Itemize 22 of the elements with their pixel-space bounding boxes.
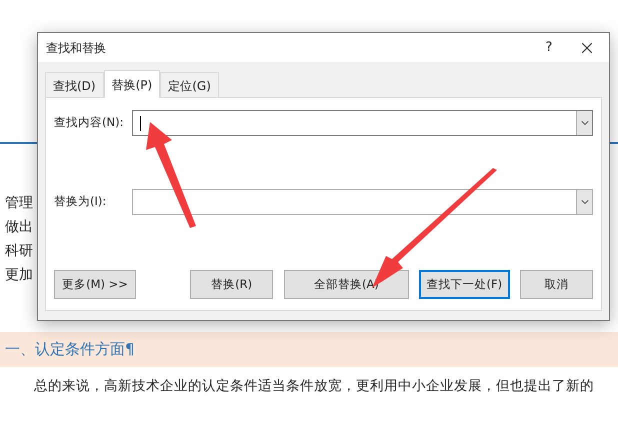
- document-text: 科研: [5, 242, 33, 260]
- dialog-button[interactable]: 取消: [520, 270, 593, 299]
- combo-field[interactable]: [132, 189, 593, 215]
- body-paragraph: 总的来说，高新技术企业的认定条件适当条件放宽，更利用中小企业发展，但也提出了新的: [33, 377, 595, 396]
- tab[interactable]: 替换(P): [104, 70, 160, 98]
- document-text: 做出: [5, 218, 33, 236]
- text-cursor: [140, 116, 141, 130]
- field-label: 替换为(I):: [54, 193, 108, 210]
- dialog-button[interactable]: 查找下一处(F): [418, 270, 510, 299]
- dialog-title: 查找和替换: [46, 40, 106, 56]
- field-label: 查找内容(N):: [54, 114, 124, 132]
- dropdown-button[interactable]: [576, 190, 592, 214]
- tab[interactable]: 查找(D): [45, 72, 104, 98]
- dialog-button[interactable]: 替换(R): [190, 270, 274, 299]
- document-text: 更加: [5, 266, 33, 284]
- help-button[interactable]: ?: [537, 36, 561, 60]
- combo-field[interactable]: [132, 110, 593, 136]
- dropdown-button[interactable]: [576, 111, 592, 135]
- document-text: 管理: [5, 194, 33, 212]
- section-heading: 一、认定条件方面¶: [5, 339, 135, 360]
- dialog-button[interactable]: 更多(M) >>: [54, 270, 136, 299]
- tab[interactable]: 定位(G): [160, 72, 219, 98]
